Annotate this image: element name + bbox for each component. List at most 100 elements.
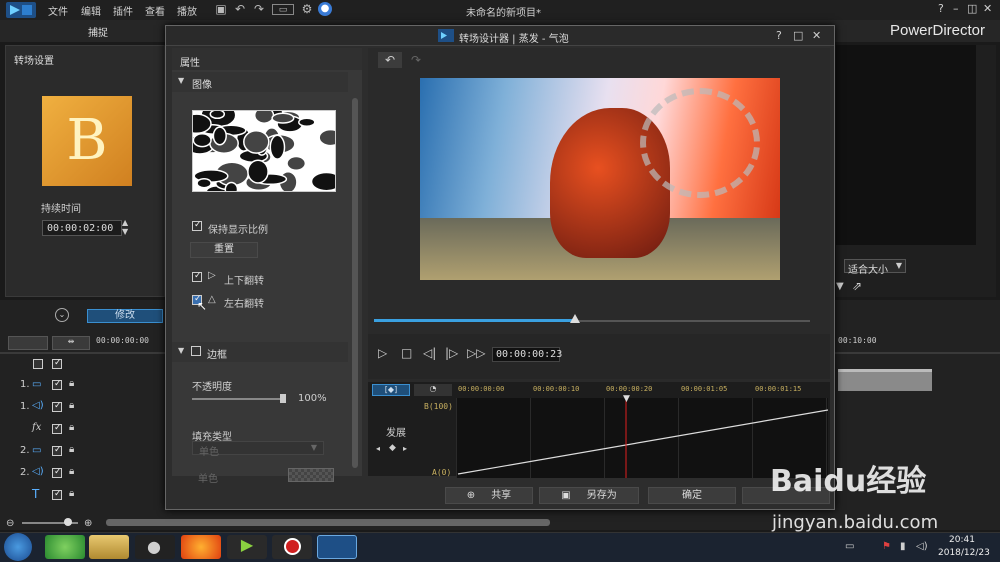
menu-edit[interactable]: 编辑	[81, 3, 101, 18]
track-checkbox[interactable]	[52, 468, 62, 478]
modify-label: 修改	[115, 310, 135, 321]
globe-icon: ⊕	[466, 490, 476, 501]
collapse-icon[interactable]: ⌄	[55, 308, 69, 322]
add-keyframe-icon[interactable]: ◆	[389, 443, 396, 453]
taskbar-recorder-icon[interactable]	[272, 535, 312, 559]
taskbar-media-icon[interactable]: ▶	[227, 535, 267, 559]
opacity-slider-handle[interactable]	[280, 394, 286, 403]
modify-button[interactable]: 修改	[87, 309, 163, 323]
taskbar-firefox-icon[interactable]	[181, 535, 221, 559]
kf-ruler-label: 00:00:00:20	[606, 385, 653, 393]
fill-type-dropdown[interactable]: 单色 ▼	[192, 441, 324, 458]
lock-icon[interactable]: 🔒︎	[69, 466, 74, 477]
zoom-in-icon[interactable]: ⊕	[84, 518, 92, 529]
dialog-help-button[interactable]: ?	[776, 29, 782, 42]
taskbar-app-360-icon[interactable]	[45, 535, 85, 559]
menu-plugins[interactable]: 插件	[113, 3, 133, 18]
tray-icon[interactable]: ▭	[845, 541, 854, 552]
duration-stepper[interactable]: ▲ ▼	[122, 218, 128, 236]
close-button[interactable]: ✕	[983, 2, 992, 15]
undo-icon[interactable]: ↶	[233, 2, 247, 16]
track-checkbox[interactable]	[52, 380, 62, 390]
account-icon[interactable]: ●	[318, 2, 332, 16]
mask-image[interactable]	[192, 110, 336, 192]
reset-button[interactable]: 重置	[190, 242, 258, 258]
volume-icon[interactable]: ◁)	[916, 541, 928, 552]
save-icon[interactable]: ▣	[214, 2, 228, 16]
menu-play[interactable]: 播放	[177, 3, 197, 18]
fit-timeline-button[interactable]: ⇹	[52, 336, 90, 350]
lock-icon[interactable]: 🔒︎	[69, 400, 74, 411]
lock-icon[interactable]: 🔒︎	[69, 378, 74, 389]
minimize-button[interactable]: –	[953, 2, 959, 15]
track-checkbox[interactable]	[52, 446, 62, 456]
export-icon[interactable]: ⇗	[852, 279, 862, 293]
next-keyframe-icon[interactable]: ▸	[403, 444, 407, 453]
track-checkbox[interactable]	[52, 490, 62, 500]
network-icon[interactable]: ▮	[900, 541, 906, 552]
opacity-slider[interactable]	[192, 398, 286, 400]
chevron-down-icon: ▼	[310, 443, 317, 452]
track-all-icon[interactable]	[33, 359, 43, 369]
prev-keyframe-icon[interactable]: ◂	[376, 444, 380, 453]
properties-scrollbar[interactable]	[352, 98, 358, 468]
video-clip[interactable]	[838, 369, 932, 391]
taskbar-qq-icon[interactable]: ●	[135, 535, 175, 559]
tab-capture[interactable]: 捕捉	[88, 24, 108, 39]
playhead-marker-icon[interactable]: ▼	[623, 394, 630, 404]
help-button[interactable]: ?	[938, 2, 944, 15]
flip-vertical-checkbox[interactable]	[192, 272, 202, 282]
taskbar-powerdirector-icon[interactable]	[317, 535, 357, 559]
track-row: 1. ▭ 🔒︎	[0, 376, 95, 398]
menu-view[interactable]: 查看	[145, 3, 165, 18]
prev-frame-icon[interactable]: ◁|	[423, 346, 436, 360]
keyframe-view-button[interactable]: ◔	[414, 384, 452, 396]
scrubber-handle[interactable]	[570, 314, 580, 323]
brand-label: PowerDirector	[890, 22, 986, 39]
track-all-checkbox[interactable]	[52, 359, 62, 369]
keep-ratio-checkbox[interactable]	[192, 221, 202, 231]
border-section-header[interactable]: ▼ 边框	[172, 342, 348, 362]
stop-icon[interactable]: □	[401, 346, 412, 360]
share-button[interactable]: ⊕ 共享	[445, 487, 533, 504]
track-checkbox[interactable]	[52, 424, 62, 434]
undo-button[interactable]: ↶	[378, 52, 402, 68]
taskbar-explorer-icon[interactable]	[89, 535, 129, 559]
timeline-scrollbar[interactable]	[106, 519, 550, 526]
zoom-slider-handle[interactable]	[64, 518, 72, 526]
tray-flag-icon[interactable]: ⚑	[882, 541, 891, 552]
gear-icon[interactable]: ⚙	[300, 2, 314, 16]
image-section-header[interactable]: ▼ 图像	[172, 72, 348, 92]
zoom-out-icon[interactable]: ⊖	[6, 518, 14, 529]
thumbnail-letter: B	[66, 108, 108, 173]
fit-size-dropdown[interactable]: 适合大小 ▼	[844, 259, 906, 276]
keyframe-mode-button[interactable]: [◆]	[372, 384, 410, 396]
redo-button[interactable]: ↷	[404, 52, 428, 68]
aspect-icon[interactable]: ▭	[272, 4, 294, 15]
track-checkbox[interactable]	[52, 402, 62, 412]
menu-file[interactable]: 文件	[48, 3, 68, 18]
lock-icon[interactable]: 🔒︎	[69, 488, 74, 499]
down-arrow-icon[interactable]: ▼	[836, 281, 844, 292]
start-button[interactable]	[4, 533, 32, 561]
fast-forward-icon[interactable]: ▷▷	[467, 346, 485, 360]
panel-title: 转场设置	[14, 56, 54, 67]
color-swatch[interactable]	[288, 468, 334, 482]
lock-icon[interactable]: 🔒︎	[69, 444, 74, 455]
dialog-maximize-button[interactable]: □	[793, 29, 803, 42]
redo-icon[interactable]: ↷	[252, 2, 266, 16]
play-icon[interactable]: ▷	[378, 346, 387, 360]
border-checkbox[interactable]	[191, 346, 201, 356]
lock-icon[interactable]: 🔒︎	[69, 422, 74, 433]
duration-field[interactable]: 00:00:02:00	[42, 220, 122, 236]
next-frame-icon[interactable]: |▷	[445, 346, 458, 360]
restore-button[interactable]: ◫	[967, 2, 977, 15]
track-manager-button[interactable]	[8, 336, 48, 350]
dialog-close-button[interactable]: ✕	[812, 29, 821, 42]
bubble-shape	[209, 111, 226, 120]
save-as-button[interactable]: ▣ 另存为	[539, 487, 639, 504]
bubble-shape	[271, 112, 295, 124]
mouse-cursor-icon: ↖	[197, 299, 208, 313]
ok-button[interactable]: 确定	[648, 487, 736, 504]
keyframe-editor: [◆] ◔ 00:00:00:00 00:00:00:10 00:00:00:2…	[368, 382, 830, 478]
